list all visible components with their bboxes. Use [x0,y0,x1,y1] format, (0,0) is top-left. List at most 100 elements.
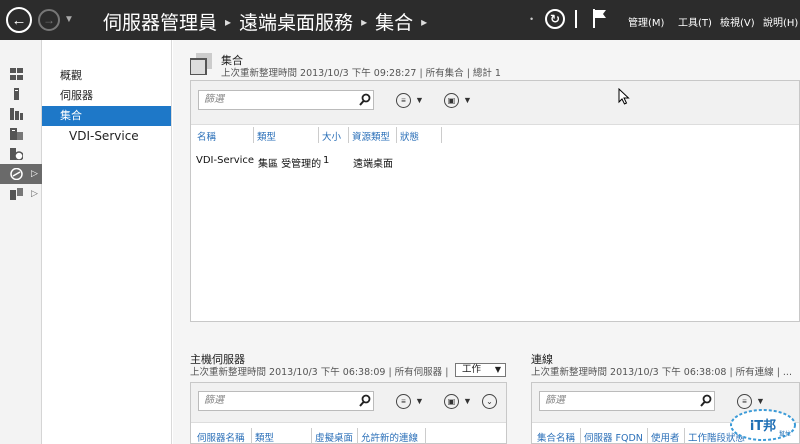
nav-item-vdi-service[interactable]: VDI-Service [42,126,171,146]
history-dropdown-icon[interactable]: ▼ [64,14,74,25]
rail-ad[interactable] [0,144,42,164]
expand-icon[interactable]: ⌄ [482,394,497,409]
save-query-icon[interactable]: ▣ [444,394,459,409]
local-server-icon [14,88,19,100]
remote-desktop-icon [10,168,23,180]
menu-help[interactable]: 說明(H) [763,14,798,29]
host-servers-toolbar: 篩選 ≡ ▼ ▣ ▼ ⌄ [191,383,506,423]
rail-dashboard[interactable] [0,64,42,84]
nav-item-collections[interactable]: 集合 [42,106,171,126]
cell-name: VDI-Service [196,155,255,166]
column-divider [357,428,358,444]
column-header-status[interactable]: 狀態 [400,129,419,143]
rail-all-servers[interactable] [0,104,42,124]
menu-tools[interactable]: 工具(T) [678,14,712,29]
column-header-server-fqdn[interactable]: 伺服器 FQDN [584,430,643,444]
breadcrumb: 伺服器管理員 ▸ 遠端桌面服務 ▸ 集合 ▸ [103,8,435,35]
expand-arrow-icon[interactable]: ▷ [31,188,38,199]
more-roles-icon [10,188,23,200]
breadcrumb-separator-icon: ▸ [361,14,368,29]
breadcrumb-separator-icon: ▸ [421,14,428,29]
cell-resource: 遠端桌面 [353,159,393,170]
rail-remote-desktop[interactable]: ▷ [0,164,42,184]
tasks-button[interactable]: 工作 ▼ [455,363,506,377]
save-query-dropdown-icon[interactable]: ▼ [463,95,472,105]
collections-nav: 概觀 伺服器 集合 VDI-Service [42,40,172,444]
host-servers-subtitle: 上次重新整理時間 2013/10/3 下午 06:38:09 | 所有伺服器 |… [190,367,450,378]
refresh-dropdown-icon[interactable]: • [530,14,533,24]
rail-local-server[interactable] [0,84,42,104]
refresh-icon[interactable]: ↻ [545,9,565,29]
collections-filter-input[interactable]: 篩選 [198,90,374,110]
breadcrumb-item[interactable]: 集合 [375,8,413,35]
column-header-user[interactable]: 使用者 [651,430,680,444]
column-header-type[interactable]: 類型 [255,430,274,444]
ad-icon [10,148,23,160]
connections-filter-input[interactable]: 篩選 [539,391,715,411]
column-divider [425,428,426,444]
toolbar-divider [575,10,577,28]
menu-view[interactable]: 檢視(V) [720,14,755,29]
column-header-size[interactable]: 大小 [322,129,341,143]
search-icon[interactable] [700,394,712,408]
column-header-allow-connections[interactable]: 允許新的連線 [361,430,418,444]
ithome-watermark-logo: iT邦 幫忙 [730,409,796,441]
host-servers-filter-input[interactable]: 篩選 [198,391,374,411]
all-servers-icon [10,108,23,120]
flag-icon[interactable] [592,8,608,28]
column-header-resource[interactable]: 資源類型 [352,129,390,143]
collections-subtitle: 上次重新整理時間 2013/10/3 下午 09:28:27 | 所有集合 | … [221,68,501,79]
column-divider [253,127,254,143]
column-divider [251,428,252,444]
forward-arrow-icon[interactable]: → [38,9,60,31]
column-divider [580,428,581,444]
role-rail: ▷ ▷ [0,40,42,444]
column-header-name[interactable]: 名稱 [197,129,216,143]
host-servers-panel: 篩選 ≡ ▼ ▣ ▼ ⌄ 伺服器名稱 類型 虛擬桌面 允許新的連線 [190,382,507,444]
column-header-collection-name[interactable]: 集合名稱 [537,430,575,444]
chevron-down-icon: ▼ [494,365,501,374]
tasks-button-label: 工作 [462,364,482,375]
column-header-server-name[interactable]: 伺服器名稱 [197,430,245,444]
column-divider [684,428,685,444]
search-icon[interactable] [359,394,371,408]
breadcrumb-item[interactable]: 伺服器管理員 [103,8,217,35]
list-view-icon[interactable]: ≡ [396,93,411,108]
search-icon[interactable] [359,93,371,107]
collections-toolbar: 篩選 ≡ ▼ ▣ ▼ [191,81,799,125]
list-view-dropdown-icon[interactable]: ▼ [415,95,424,105]
svg-text:iT邦: iT邦 [750,418,776,434]
rail-more-roles[interactable]: ▷ [0,184,42,204]
column-divider [396,127,397,143]
list-view-dropdown-icon[interactable]: ▼ [415,396,424,406]
column-header-virtual-desktops[interactable]: 虛擬桌面 [315,430,353,444]
collections-panel: 篩選 ≡ ▼ ▣ ▼ 名稱 類型 大小 資源類型 狀態 VDI-Service … [190,80,800,322]
back-arrow-icon[interactable]: ← [6,7,32,33]
cell-size: 1 [323,155,330,166]
menu-manage[interactable]: 管理(M) [628,14,664,29]
svg-text:幫忙: 幫忙 [779,430,791,438]
column-divider [348,127,349,143]
file-services-icon [10,128,23,140]
breadcrumb-item[interactable]: 遠端桌面服務 [239,8,353,35]
list-view-icon[interactable]: ≡ [396,394,411,409]
rail-file-services[interactable] [0,124,42,144]
main-content: 集合 上次重新整理時間 2013/10/3 下午 09:28:27 | 所有集合… [173,40,800,444]
title-bar: ← → ▼ 伺服器管理員 ▸ 遠端桌面服務 ▸ 集合 ▸ • ↻ 管理(M) 工… [0,0,800,40]
column-divider [311,428,312,444]
save-query-icon[interactable]: ▣ [444,93,459,108]
connections-subtitle: 上次重新整理時間 2013/10/3 下午 06:38:08 | 所有連線 | … [531,367,791,378]
column-divider [647,428,648,444]
list-view-dropdown-icon[interactable]: ▼ [756,396,765,406]
expand-arrow-icon[interactable]: ▷ [31,168,38,179]
nav-item-overview[interactable]: 概觀 [42,66,171,86]
column-divider [318,127,319,143]
cell-type: 集區 受管理的 [258,159,322,170]
mouse-cursor-icon [618,88,630,105]
nav-item-servers[interactable]: 伺服器 [42,86,171,106]
dashboard-icon [10,68,23,80]
column-divider [441,127,442,143]
column-header-type[interactable]: 類型 [257,129,276,143]
collection-icon [190,53,212,75]
save-query-dropdown-icon[interactable]: ▼ [463,396,472,406]
